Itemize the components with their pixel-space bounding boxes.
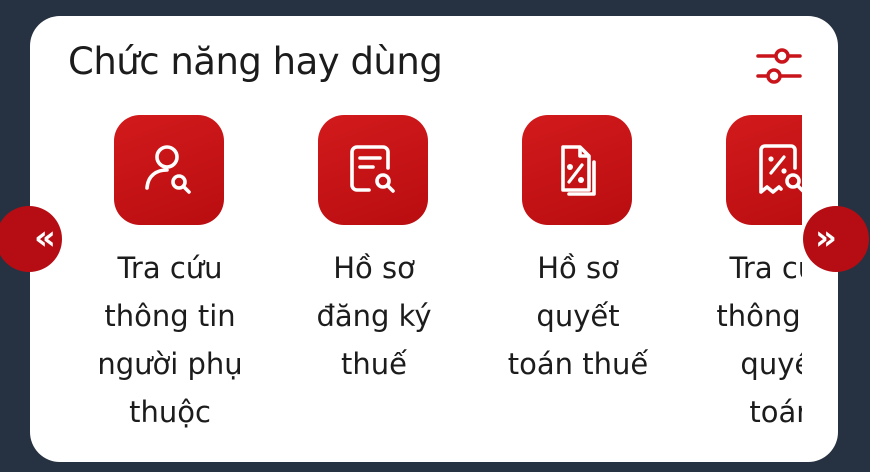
function-tile	[522, 115, 632, 225]
double-chevron-right-icon: »	[815, 218, 837, 258]
function-item-ho-so-dang-ky-thue[interactable]: Hồ sơ đăng ký thuế	[274, 16, 474, 462]
tax-document-icon	[561, 145, 596, 196]
carousel-next-button[interactable]: »	[803, 206, 869, 272]
receipt-search-icon	[759, 144, 802, 194]
function-label: Hồ sơ quyết toán thuế	[507, 251, 649, 381]
function-tile	[726, 115, 802, 225]
double-chevron-left-icon: «	[34, 218, 56, 258]
function-tile	[114, 115, 224, 225]
function-item-ho-so-quyet-toan-thue[interactable]: Hồ sơ quyết toán thuế	[478, 16, 678, 462]
function-tile	[318, 115, 428, 225]
function-item-tra-cuu-nguoi-phu-thuoc[interactable]: Tra cứu thông tin người phụ thuộc	[70, 16, 270, 462]
functions-carousel: Tra cứu thông tin người phụ thuộc Hồ sơ …	[60, 16, 802, 462]
function-label: Hồ sơ đăng ký thuế	[316, 251, 432, 381]
function-label: Tra cứu thông tin người phụ thuộc	[97, 251, 243, 429]
function-item-tra-cuu-quyet-toan[interactable]: Tra cứu thông tin quyết toán	[682, 16, 802, 462]
user-search-icon	[145, 145, 191, 194]
frequent-functions-card: Chức năng hay dùng Tra cứu thông tin ngư…	[30, 16, 838, 462]
function-label: Tra cứu thông tin quyết toán	[716, 251, 802, 429]
document-search-icon	[350, 145, 395, 193]
